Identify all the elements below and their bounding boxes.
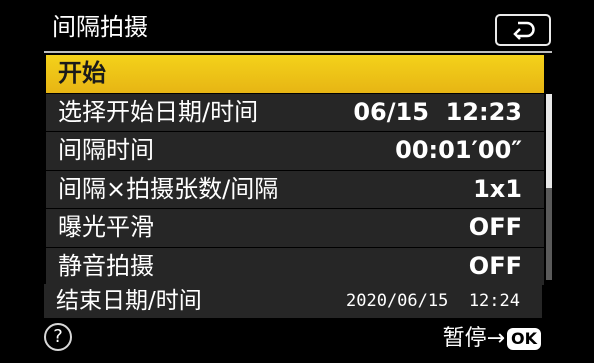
menu-item-value: 1x1: [473, 174, 522, 203]
return-arrow-icon: [513, 21, 535, 40]
menu-item-label: 间隔时间: [58, 136, 154, 164]
menu-item-intervals-shots[interactable]: 间隔×拍摄张数/间隔 1x1: [46, 170, 544, 208]
end-datetime-value: 2020/06/15 12:24: [346, 291, 520, 311]
pause-label: 暂停→: [442, 326, 505, 351]
menu-item-value: 06/15 12:23: [353, 97, 522, 126]
menu-item-start-datetime[interactable]: 选择开始日期/时间 06/15 12:23: [46, 93, 544, 131]
menu-item-label: 间隔×拍摄张数/间隔: [58, 174, 279, 203]
pause-hint: 暂停→ OK: [443, 324, 541, 354]
ok-button-icon: OK: [507, 328, 541, 350]
menu-item-label: 静音拍摄: [58, 251, 154, 280]
menu-list: 开始 选择开始日期/时间 06/15 12:23 间隔时间 00:01′00″ …: [46, 55, 544, 286]
menu-item-label: 开始: [58, 59, 106, 87]
menu-item-silent-shooting[interactable]: 静音拍摄 OFF: [46, 247, 544, 285]
menu-item-exposure-smoothing[interactable]: 曝光平滑 OFF: [46, 209, 544, 247]
menu-item-label: 选择开始日期/时间: [58, 97, 259, 126]
title-divider: [44, 51, 552, 53]
interval-shooting-screen: 间隔拍摄 开始 选择开始日期/时间 06/15 12:23 间隔时间 00:01…: [0, 0, 594, 363]
menu-item-value: OFF: [468, 213, 522, 241]
scrollbar-thumb[interactable]: [546, 94, 552, 188]
help-icon[interactable]: ?: [44, 323, 72, 351]
menu-item-interval[interactable]: 间隔时间 00:01′00″: [46, 132, 544, 170]
scrollbar[interactable]: [546, 94, 552, 280]
back-button[interactable]: [495, 14, 551, 46]
page-title: 间隔拍摄: [52, 13, 148, 41]
end-datetime-row: 结束日期/时间 2020/06/15 12:24: [44, 284, 542, 318]
menu-item-start[interactable]: 开始: [46, 55, 544, 93]
menu-item-value: 00:01′00″: [395, 136, 522, 164]
menu-item-label: 曝光平滑: [58, 213, 154, 241]
end-datetime-label: 结束日期/时间: [56, 288, 202, 314]
menu-item-value: OFF: [468, 251, 522, 280]
